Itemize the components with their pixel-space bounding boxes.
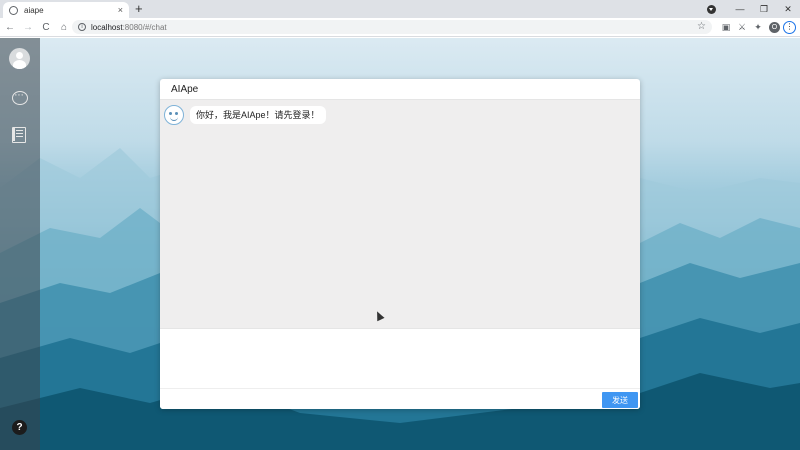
chat-title: AIApe [160, 79, 640, 100]
close-window-button[interactable]: ✕ [776, 4, 800, 15]
message-bubble: 你好，我是AIApe！请先登录！ [190, 106, 326, 124]
profile-icon[interactable]: O [769, 22, 780, 33]
help-icon[interactable]: ? [12, 420, 27, 435]
message-input[interactable] [160, 328, 640, 389]
back-button[interactable]: ← [2, 22, 18, 33]
tab-close-button[interactable]: × [118, 5, 123, 15]
bot-avatar-icon [164, 105, 184, 125]
media-icon[interactable]: ▣ [718, 22, 734, 33]
info-icon[interactable]: i [78, 23, 86, 31]
user-avatar[interactable] [9, 48, 30, 69]
browser-toolbar: ← → C ⌂ i localhost:8080/#/chat ☆ ▣ ⚔ ✦ … [0, 18, 800, 37]
url-path: :8080/#/chat [122, 22, 167, 32]
notes-icon[interactable] [12, 127, 26, 143]
chat-icon[interactable] [12, 89, 28, 105]
chat-footer: 发送 [160, 389, 640, 409]
tab-title: aiape [24, 5, 44, 15]
sidebar: ? [0, 38, 40, 450]
url-host: localhost [91, 22, 123, 32]
tab-search-icon[interactable] [707, 4, 716, 14]
reload-button[interactable]: C [38, 22, 54, 33]
globe-icon [9, 5, 18, 15]
home-button[interactable]: ⌂ [56, 22, 72, 33]
tab-strip: aiape × + — ❐ ✕ [0, 0, 800, 18]
message-list: 你好，我是AIApe！请先登录！ [160, 100, 640, 328]
new-tab-button[interactable]: + [135, 1, 143, 17]
restore-button[interactable]: ❐ [752, 4, 776, 15]
star-icon[interactable]: ☆ [697, 20, 706, 34]
address-bar[interactable]: i localhost:8080/#/chat ☆ [72, 20, 712, 34]
puzzle-icon[interactable]: ✦ [750, 22, 766, 33]
forward-button[interactable]: → [20, 22, 36, 33]
send-button[interactable]: 发送 [602, 392, 638, 408]
chat-window: AIApe 你好，我是AIApe！请先登录！ 发送 [160, 79, 640, 409]
message-item: 你好，我是AIApe！请先登录！ [164, 105, 326, 125]
tools-icon[interactable]: ⚔ [734, 22, 750, 33]
menu-icon[interactable]: ⋮ [783, 21, 796, 34]
browser-tab[interactable]: aiape × [3, 2, 129, 18]
minimize-button[interactable]: — [728, 4, 752, 14]
